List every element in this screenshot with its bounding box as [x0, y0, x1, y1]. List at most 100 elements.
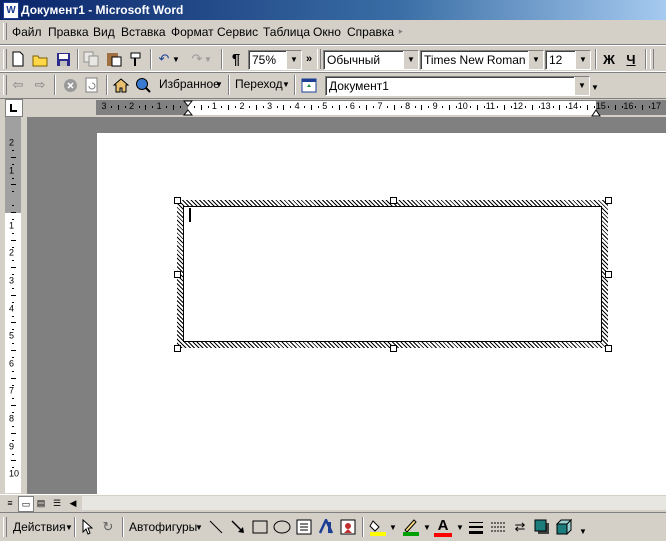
drawing-options-icon[interactable]: ▼ — [579, 527, 587, 536]
web-layout-view-icon[interactable]: ▭ — [18, 496, 34, 512]
select-pointer-icon[interactable] — [77, 517, 97, 537]
go-dropdown-icon[interactable]: ▼ — [282, 80, 290, 89]
outline-view-icon[interactable]: ☰ — [50, 496, 64, 510]
arrow-style-icon[interactable]: ⇄ — [510, 517, 530, 537]
show-only-web-toolbar-icon[interactable] — [299, 75, 319, 95]
menu-format[interactable]: Формат — [171, 25, 214, 39]
actions-menu[interactable]: Действия — [13, 520, 66, 534]
title-bar[interactable]: W Документ1 - Microsoft Word — [0, 0, 666, 20]
text-box[interactable] — [177, 200, 608, 348]
clip-art-icon[interactable] — [338, 517, 358, 537]
underline-button[interactable]: Ч — [621, 49, 641, 69]
font-size-combo[interactable]: 12 ▼ — [545, 50, 591, 70]
arrow-tool-icon[interactable] — [228, 517, 248, 537]
resize-handle-w[interactable] — [174, 271, 181, 278]
save-icon[interactable] — [53, 49, 73, 69]
address-dropdown-icon[interactable]: ▼ — [574, 77, 589, 95]
hruler-tick-mark — [504, 104, 506, 110]
resize-handle-ne[interactable] — [605, 197, 612, 204]
stop-icon[interactable] — [60, 75, 80, 95]
resize-handle-sw[interactable] — [174, 345, 181, 352]
autoshapes-menu[interactable]: Автофигуры — [129, 520, 197, 534]
favorites-menu[interactable]: Избранное — [159, 77, 220, 91]
formatting-grip[interactable] — [317, 49, 321, 69]
free-rotate-icon[interactable]: ↻ — [98, 517, 118, 537]
resize-handle-se[interactable] — [605, 345, 612, 352]
autoshapes-dropdown-icon[interactable]: ▼ — [195, 523, 203, 532]
drawing-toolbar-grip[interactable] — [3, 517, 7, 537]
new-document-icon[interactable] — [8, 49, 28, 69]
resize-handle-n[interactable] — [390, 197, 397, 204]
toolbar-options-icon[interactable]: ▼ — [591, 83, 599, 92]
search-web-icon[interactable] — [133, 75, 153, 95]
zoom-combo[interactable]: 75% ▼ — [248, 50, 302, 70]
fill-color-dropdown-icon[interactable]: ▼ — [389, 523, 397, 532]
line-tool-icon[interactable] — [206, 517, 226, 537]
menu-help[interactable]: Справка — [347, 25, 394, 39]
text-box-content[interactable] — [183, 206, 602, 342]
resize-handle-nw[interactable] — [174, 197, 181, 204]
web-toolbar-grip[interactable] — [3, 75, 7, 95]
scrollbar-track[interactable] — [82, 496, 666, 510]
hruler-tick-mark — [235, 106, 237, 108]
forward-arrow-icon[interactable]: ⇨ — [30, 75, 50, 95]
word-app-icon[interactable]: W — [3, 2, 19, 19]
redo-dropdown[interactable]: ▼ — [202, 49, 214, 69]
style-combo[interactable]: Обычный ▼ — [323, 50, 419, 70]
scroll-left-icon[interactable]: ◀ — [66, 496, 80, 510]
tab-selector[interactable] — [5, 99, 23, 117]
go-menu[interactable]: Переход — [235, 77, 283, 91]
print-layout-view-icon[interactable]: ▤ — [34, 496, 48, 510]
bold-button[interactable]: Ж — [599, 49, 619, 69]
style-dropdown-icon[interactable]: ▼ — [403, 51, 418, 69]
vruler-tick-mark — [10, 267, 16, 269]
normal-view-icon[interactable]: ≡ — [3, 496, 17, 510]
toolbar-grip[interactable] — [3, 49, 7, 69]
line-color-icon[interactable] — [401, 517, 421, 537]
open-folder-icon[interactable] — [31, 49, 51, 69]
favorites-dropdown-icon[interactable]: ▼ — [215, 80, 223, 89]
line-color-dropdown-icon[interactable]: ▼ — [423, 523, 431, 532]
menu-window[interactable]: Окно — [313, 25, 341, 39]
menu-file[interactable]: Файл — [12, 25, 42, 39]
rectangle-tool-icon[interactable] — [250, 517, 270, 537]
menu-insert[interactable]: Вставка — [121, 25, 166, 39]
paste-icon[interactable] — [104, 49, 124, 69]
copy-icon[interactable] — [81, 49, 101, 69]
toolbar-overflow-icon[interactable]: » — [303, 49, 315, 69]
font-dropdown-icon[interactable]: ▼ — [528, 51, 543, 69]
toolbar-grip-right[interactable] — [650, 49, 654, 69]
wordart-icon[interactable] — [316, 517, 336, 537]
refresh-icon[interactable] — [82, 75, 102, 95]
shadow-icon[interactable] — [532, 517, 552, 537]
menu-edit[interactable]: Правка — [48, 25, 89, 39]
font-color-dropdown-icon[interactable]: ▼ — [456, 523, 464, 532]
3d-icon[interactable] — [554, 517, 574, 537]
line-style-icon[interactable] — [466, 517, 486, 537]
undo-dropdown[interactable]: ▼ — [170, 49, 182, 69]
back-arrow-icon[interactable]: ⇦ — [8, 75, 28, 95]
show-formatting-button[interactable]: ¶ — [226, 49, 246, 69]
font-size-dropdown-icon[interactable]: ▼ — [575, 51, 590, 69]
resize-handle-s[interactable] — [390, 345, 397, 352]
hruler-tick-label: 7 — [377, 101, 383, 111]
address-combo[interactable]: Документ1 ▼ — [325, 76, 590, 96]
menu-tools[interactable]: Сервис — [217, 25, 258, 39]
dash-style-icon[interactable] — [488, 517, 508, 537]
font-color-icon[interactable]: A — [433, 515, 453, 535]
menu-grip[interactable] — [3, 23, 7, 40]
hruler-tick-label: 13 — [540, 101, 551, 111]
format-painter-icon[interactable] — [126, 49, 146, 69]
font-combo[interactable]: Times New Roman ▼ — [420, 50, 544, 70]
oval-tool-icon[interactable] — [272, 517, 292, 537]
actions-dropdown-icon[interactable]: ▼ — [65, 523, 73, 532]
help-pointer-icon[interactable]: ‣ — [397, 25, 404, 39]
text-box-tool-icon[interactable] — [294, 517, 314, 537]
menu-table[interactable]: Таблица — [263, 25, 310, 39]
vruler-tick-mark — [10, 405, 16, 407]
menu-view[interactable]: Вид — [93, 25, 115, 39]
resize-handle-e[interactable] — [605, 271, 612, 278]
fill-color-icon[interactable] — [368, 517, 388, 537]
zoom-dropdown-icon[interactable]: ▼ — [286, 51, 301, 69]
home-icon[interactable] — [111, 75, 131, 95]
